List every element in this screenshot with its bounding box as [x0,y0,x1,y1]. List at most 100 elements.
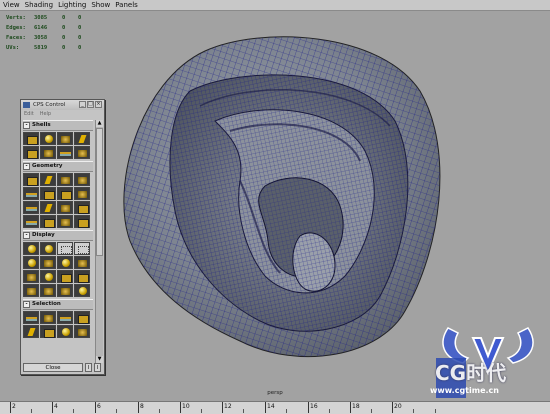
section-header-geometry[interactable]: - Geometry [23,161,93,172]
menu-lighting[interactable]: Lighting [58,0,86,10]
watermark-url: www.cgtime.cn [430,386,499,395]
hud-label: Edges: [6,25,26,31]
section-header-shells[interactable]: - Shells [23,120,93,131]
tool-button[interactable] [23,132,39,145]
tool-button[interactable] [23,173,39,186]
tool-button[interactable] [40,132,56,145]
small-button[interactable]: I [85,363,92,372]
tool-button[interactable] [57,284,73,297]
menu-shading[interactable]: Shading [25,0,53,10]
hud-value: 3058 [34,35,48,41]
tool-button[interactable] [40,256,56,269]
tool-button[interactable] [57,215,73,228]
tool-button[interactable] [57,187,73,200]
tool-button[interactable] [23,215,39,228]
scroll-down-icon[interactable]: ▼ [96,356,103,363]
cps-title: CPS Control [33,102,66,108]
hud-value: 0 [78,25,82,31]
tool-button[interactable] [57,242,73,255]
hud-label: Faces: [6,35,26,41]
scroll-thumb[interactable] [96,128,103,256]
hud-value: 0 [62,15,66,21]
hud-value: 3085 [34,15,48,21]
hud-value: 0 [78,35,82,41]
maximize-button[interactable]: □ [87,101,94,108]
tool-button[interactable] [74,132,90,145]
tool-button[interactable] [74,187,90,200]
tool-button[interactable] [23,187,39,200]
minimize-button[interactable]: _ [79,101,86,108]
tool-button[interactable] [23,256,39,269]
tool-button[interactable] [40,215,56,228]
hud-value: 0 [78,15,82,21]
time-slider[interactable]: 2 4 6 8 10 12 14 16 18 20 [0,401,550,414]
tool-button[interactable] [57,256,73,269]
hud-value: 0 [62,25,66,31]
close-button[interactable]: Close [23,363,83,372]
section-header-display[interactable]: - Display [23,230,93,241]
tool-button[interactable] [74,173,90,186]
geometry-tools [23,173,93,228]
panel-menubar: View Shading Lighting Show Panels [0,0,550,11]
menu-view[interactable]: View [3,0,20,10]
tool-button[interactable] [57,270,73,283]
menu-panels[interactable]: Panels [115,0,138,10]
tool-button[interactable] [74,311,90,324]
tool-button[interactable] [23,201,39,214]
tool-button[interactable] [23,311,39,324]
cps-titlebar[interactable]: CPS Control _ □ × [21,100,104,110]
cps-menubar: Edit Help [21,110,104,119]
hud-value: 6146 [34,25,48,31]
tool-button[interactable] [74,242,90,255]
section-header-selection[interactable]: - Selection [23,299,93,310]
tool-button[interactable] [40,187,56,200]
tool-button[interactable] [23,325,39,338]
tool-button[interactable] [57,132,73,145]
tool-button[interactable] [74,284,90,297]
tool-button[interactable] [57,173,73,186]
cps-scrollbar[interactable]: ▲ ▼ [95,120,103,363]
collapse-icon[interactable]: - [23,301,30,308]
tool-button[interactable] [40,284,56,297]
tool-button[interactable] [23,242,39,255]
tool-button[interactable] [74,256,90,269]
hud-row-uvs: UVs: 5819 0 0 [6,43,94,53]
tool-button[interactable] [40,201,56,214]
tool-button[interactable] [40,146,56,159]
tool-button[interactable] [57,311,73,324]
cps-control-window[interactable]: CPS Control _ □ × Edit Help - Shells - Geo… [20,99,105,375]
tool-button[interactable] [40,242,56,255]
tool-button[interactable] [57,201,73,214]
tool-button[interactable] [23,146,39,159]
collapse-icon[interactable]: - [23,232,30,239]
hud-row-faces: Faces: 3058 0 0 [6,33,94,43]
hud-label: UVs: [6,45,20,51]
cps-menu-edit[interactable]: Edit [24,110,34,119]
hud-value: 5819 [34,45,48,51]
tool-button[interactable] [74,146,90,159]
hud-row-edges: Edges: 6146 0 0 [6,23,94,33]
tool-button[interactable] [40,311,56,324]
small-button[interactable]: I [94,363,101,372]
section-label: Selection [32,301,61,307]
collapse-icon[interactable]: - [23,163,30,170]
tool-button[interactable] [74,270,90,283]
tool-button[interactable] [40,173,56,186]
tool-button[interactable] [74,325,90,338]
tool-button[interactable] [23,284,39,297]
tool-button[interactable] [57,325,73,338]
tool-button[interactable] [74,215,90,228]
tool-button[interactable] [40,270,56,283]
scroll-up-icon[interactable]: ▲ [96,120,103,127]
tool-button[interactable] [23,270,39,283]
menu-show[interactable]: Show [91,0,110,10]
hud-value: 0 [78,45,82,51]
collapse-icon[interactable]: - [23,122,30,129]
tool-button[interactable] [57,146,73,159]
tool-button[interactable] [40,325,56,338]
poly-count-hud: Verts: 3085 0 0 Edges: 6146 0 0 Faces: 3… [6,13,94,53]
cps-footer: Close I I [23,363,101,372]
tool-button[interactable] [74,201,90,214]
close-icon[interactable]: × [95,101,102,108]
cps-menu-help[interactable]: Help [40,110,51,119]
